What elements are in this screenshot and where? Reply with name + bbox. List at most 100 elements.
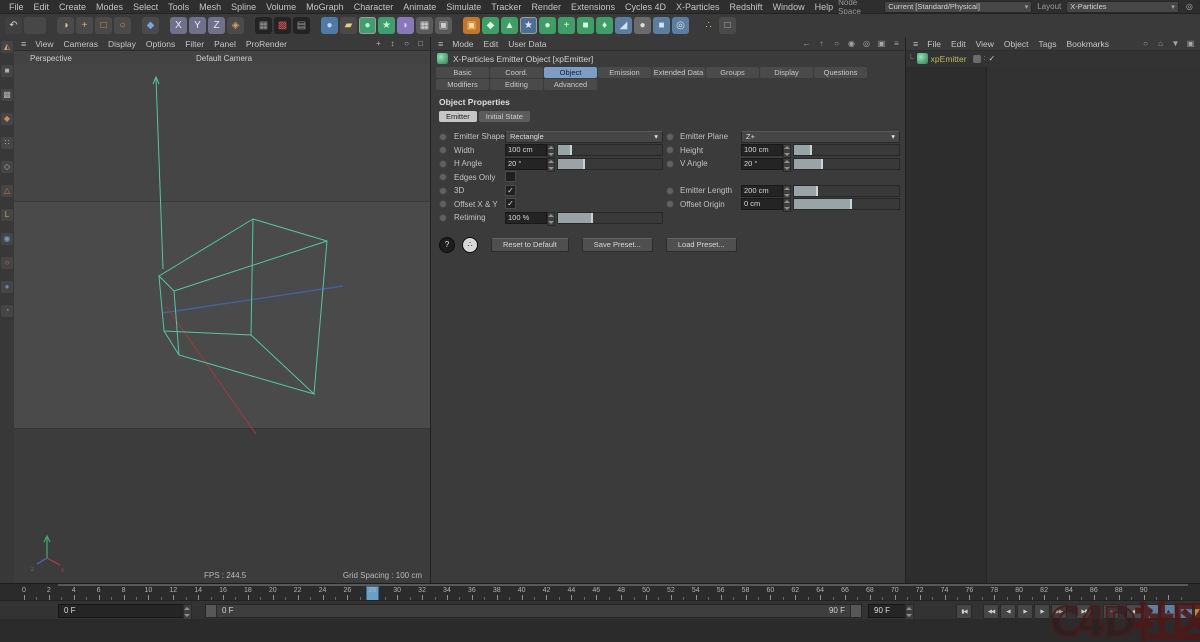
object-list-item[interactable]: └ xpEmitter: ✓ xyxy=(906,51,1200,66)
primitive-cube-icon[interactable]: ● xyxy=(321,17,338,34)
animation-dot-icon[interactable] xyxy=(440,187,446,194)
menu-select[interactable]: Select xyxy=(128,2,163,12)
height-input[interactable]: 100 cm xyxy=(741,144,783,157)
current-frame-input[interactable]: 0 F xyxy=(58,604,189,618)
xp-action-icon[interactable]: ■ xyxy=(653,17,670,34)
y-axis-button[interactable]: Y xyxy=(189,17,206,34)
menu-modes[interactable]: Modes xyxy=(91,2,128,12)
view-type-label[interactable]: Perspective xyxy=(30,54,72,63)
xp-trail-icon[interactable]: ♦ xyxy=(596,17,613,34)
new-window-icon[interactable]: ▣ xyxy=(1185,38,1196,49)
tab-advanced[interactable]: Advanced xyxy=(544,79,597,90)
array-grid-icon[interactable]: ▦ xyxy=(416,17,433,34)
offset-origin-input[interactable]: 0 cm xyxy=(741,198,783,211)
pen-spline-icon[interactable]: ▰ xyxy=(340,17,357,34)
v-angle-spinner[interactable] xyxy=(783,157,791,172)
viewport-menu-display[interactable]: Display xyxy=(103,39,141,49)
pan-view-icon[interactable]: + xyxy=(373,38,384,49)
play-button[interactable]: ▶ xyxy=(1017,604,1033,619)
lock-icon[interactable]: ◉ xyxy=(846,38,857,49)
viewport-canvas[interactable]: x z FPS : 244.5 Grid Spacing : 100 cm xyxy=(14,64,430,583)
render-view-icon[interactable]: ▦ xyxy=(255,17,272,34)
keyframe-selection-button[interactable]: ◆ xyxy=(1126,604,1142,619)
menu-character[interactable]: Character xyxy=(349,2,399,12)
object-menu-edit[interactable]: Edit xyxy=(946,39,971,49)
visibility-dots-icon[interactable]: : xyxy=(984,55,986,62)
edges-only-checkbox[interactable] xyxy=(505,171,516,183)
undo-history-box[interactable] xyxy=(24,17,46,34)
tab-groups[interactable]: Groups xyxy=(706,67,759,78)
width-input[interactable]: 100 cm xyxy=(505,144,547,157)
menu-mesh[interactable]: Mesh xyxy=(194,2,226,12)
tab-object[interactable]: Object xyxy=(544,67,597,78)
reset-to-default-button[interactable]: Reset to Default xyxy=(491,237,569,252)
frame-all-icon[interactable]: □ xyxy=(719,17,736,34)
tab-display[interactable]: Display xyxy=(760,67,813,78)
orbit-view-icon[interactable]: ○ xyxy=(401,38,412,49)
animation-dot-icon[interactable] xyxy=(667,147,673,154)
menu-volume[interactable]: Volume xyxy=(261,2,301,12)
snap-dots-icon[interactable]: ∴ xyxy=(700,17,717,34)
menu-x-particles[interactable]: X-Particles xyxy=(671,2,725,12)
animation-dot-icon[interactable] xyxy=(667,187,673,194)
layout-select[interactable]: X-Particles ▾ xyxy=(1066,0,1179,13)
layer-badge-icon[interactable] xyxy=(972,54,981,63)
viewport-menu-filter[interactable]: Filter xyxy=(180,39,209,49)
node-space-select[interactable]: Current [Standard/Physical] ▾ xyxy=(884,0,1033,13)
animation-dot-icon[interactable] xyxy=(440,201,446,208)
offset-x-y-checkbox[interactable]: ✓ xyxy=(505,198,516,210)
menu-file[interactable]: File xyxy=(4,2,29,12)
camera-icon[interactable]: ▣ xyxy=(435,17,452,34)
object-menu-object[interactable]: Object xyxy=(999,39,1034,49)
save-preset-button[interactable]: Save Preset... xyxy=(581,237,653,252)
subtab-emitter[interactable]: Emitter xyxy=(439,111,477,122)
tab-extended-data[interactable]: Extended Data xyxy=(652,67,705,78)
emitter-length-slider[interactable] xyxy=(793,184,900,197)
retiming-slider[interactable] xyxy=(557,211,663,224)
current-frame-spinner[interactable] xyxy=(183,604,192,620)
prev-key-button[interactable]: ◀◀ xyxy=(983,604,999,619)
emitter-shape-dropdown[interactable]: Rectangle ▾ xyxy=(505,130,663,143)
panel-burger-icon[interactable]: ≡ xyxy=(17,39,30,49)
h-angle-slider[interactable] xyxy=(557,157,663,170)
menu-animate[interactable]: Animate xyxy=(398,2,441,12)
back-arrow-icon[interactable]: ← xyxy=(801,38,812,49)
offset-origin-spinner[interactable] xyxy=(783,198,791,213)
snap-icon[interactable]: ◉ xyxy=(1,233,13,245)
menu-create[interactable]: Create xyxy=(54,2,91,12)
texture-mode-icon[interactable]: ▩ xyxy=(1,89,13,101)
next-frame-button[interactable]: ▶ xyxy=(1034,604,1050,619)
emitter-length-input[interactable]: 200 cm xyxy=(741,184,783,197)
generator-sphere-icon[interactable]: ● xyxy=(359,17,376,34)
viewport-menu-view[interactable]: View xyxy=(30,39,58,49)
viewport-menu-panel[interactable]: Panel xyxy=(209,39,241,49)
record-rotation-button[interactable]: ■ xyxy=(1177,604,1193,619)
animation-dot-icon[interactable] xyxy=(440,133,446,140)
maximize-view-icon[interactable]: □ xyxy=(415,38,426,49)
range-end-grip[interactable] xyxy=(850,605,861,617)
model-mode-icon[interactable]: ■ xyxy=(1,65,13,77)
menu-help[interactable]: Help xyxy=(810,2,839,12)
attribute-menu-edit[interactable]: Edit xyxy=(479,39,504,49)
xp-system-icon[interactable]: ▣ xyxy=(463,17,480,34)
height-spinner[interactable] xyxy=(783,144,791,159)
live-selection-icon[interactable]: ◑ xyxy=(57,17,74,34)
load-preset-button[interactable]: Load Preset... xyxy=(665,237,737,252)
object-menu-bookmarks[interactable]: Bookmarks xyxy=(1061,39,1114,49)
menu-spline[interactable]: Spline xyxy=(226,2,261,12)
coordinate-system-icon[interactable]: ◈ xyxy=(227,17,244,34)
height-slider[interactable] xyxy=(793,144,900,157)
xp-cache-icon[interactable]: ▲ xyxy=(501,17,518,34)
viewport-solo-icon[interactable]: ● xyxy=(1,281,13,293)
menu-edit[interactable]: Edit xyxy=(29,2,55,12)
xp-question-icon[interactable]: ◢ xyxy=(615,17,632,34)
camera-label[interactable]: Default Camera xyxy=(196,54,252,63)
dolly-view-icon[interactable]: ↕ xyxy=(387,38,398,49)
search-icon[interactable]: ○ xyxy=(1140,38,1151,49)
tab-questions[interactable]: Questions xyxy=(814,67,867,78)
menu-render[interactable]: Render xyxy=(526,2,566,12)
history-icon[interactable]: ◎ xyxy=(861,38,872,49)
menu-mograph[interactable]: MoGraph xyxy=(301,2,349,12)
animation-dot-icon[interactable] xyxy=(440,160,446,167)
xp-data-icon[interactable]: ● xyxy=(634,17,651,34)
